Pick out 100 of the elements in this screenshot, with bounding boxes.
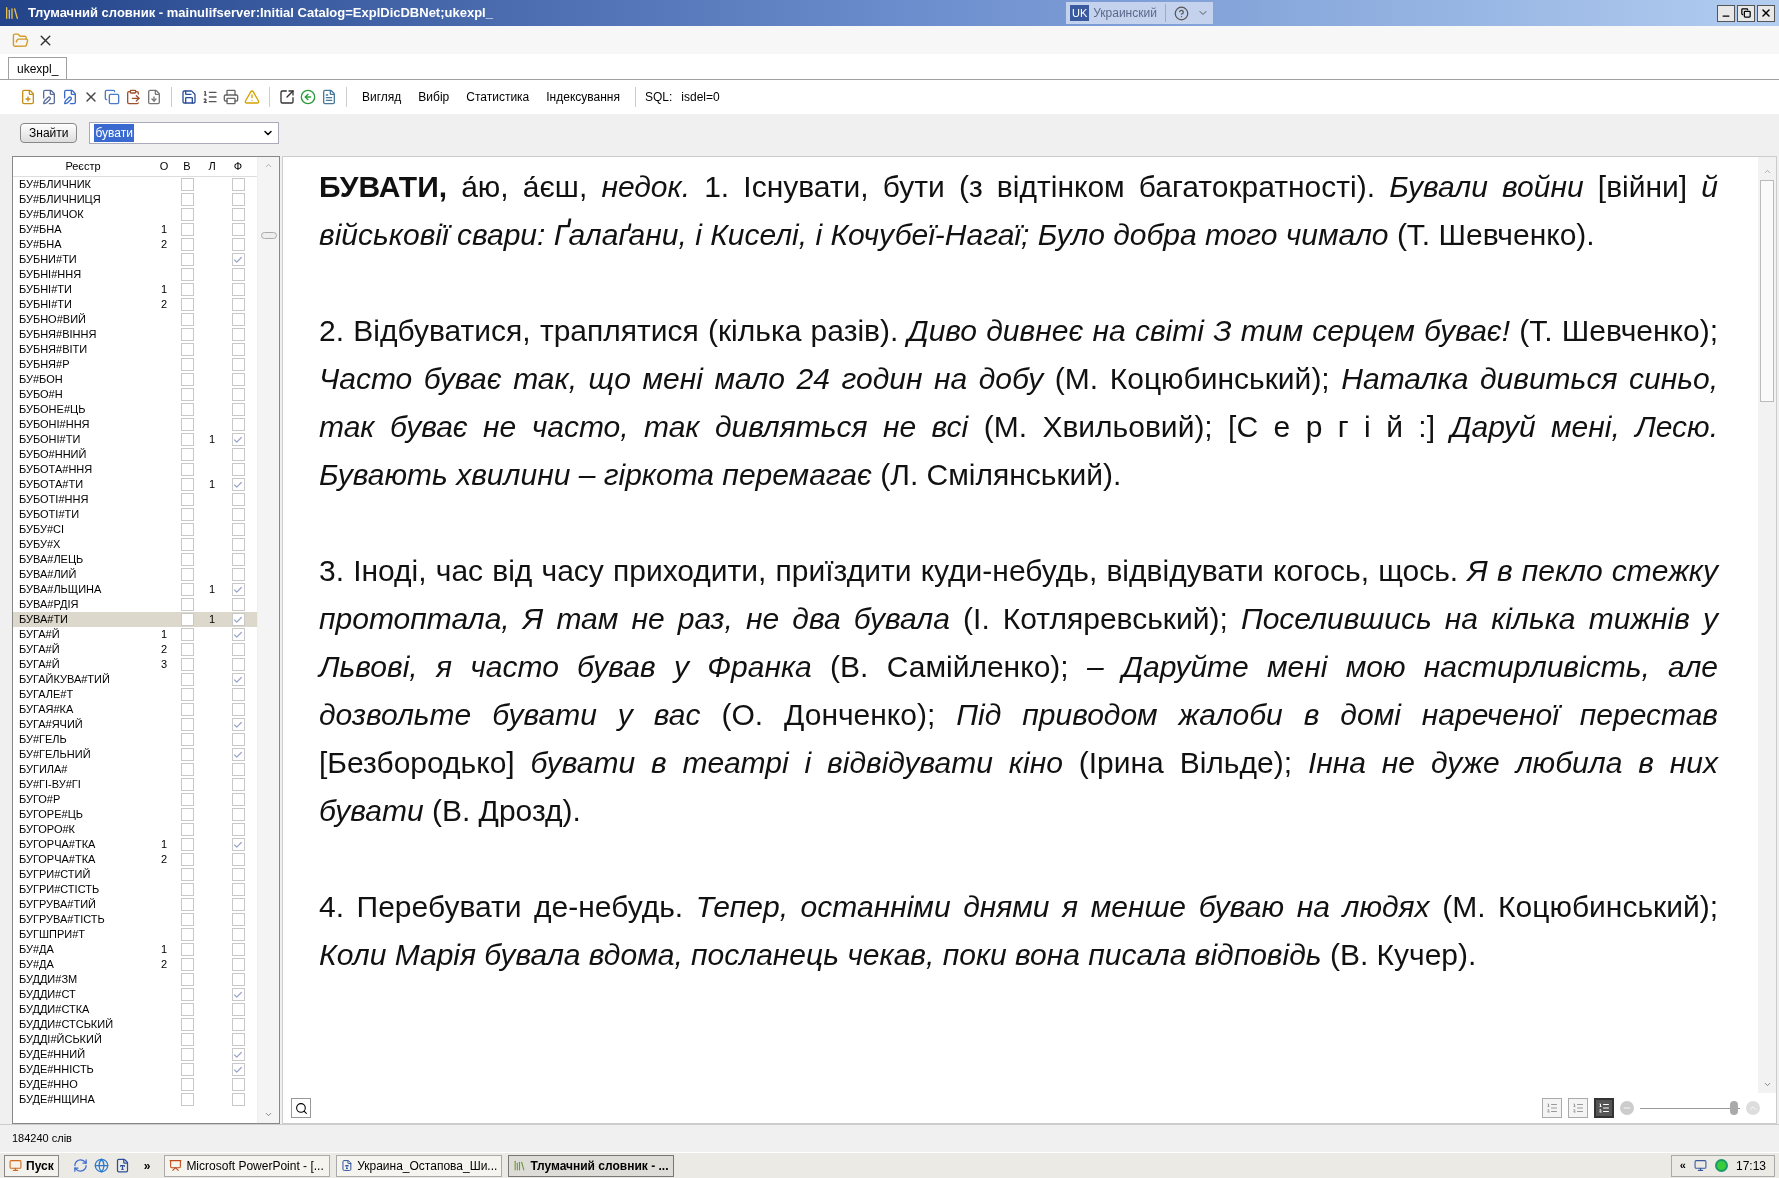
checkbox[interactable] xyxy=(231,523,245,536)
checkbox[interactable] xyxy=(180,388,194,401)
checkbox[interactable] xyxy=(231,703,245,716)
checkbox[interactable] xyxy=(180,658,194,671)
save-icon[interactable] xyxy=(181,89,197,105)
word-row[interactable]: БУБНІ#ТИ 1 xyxy=(13,282,257,297)
checkbox[interactable] xyxy=(180,1078,194,1091)
zoom-slider[interactable] xyxy=(1640,1101,1740,1115)
checkbox[interactable] xyxy=(180,343,194,356)
word-row[interactable]: БУБУ#СІ xyxy=(13,522,257,537)
checkbox[interactable] xyxy=(180,313,194,326)
checkbox[interactable] xyxy=(180,883,194,896)
word-row[interactable]: БУБОНЕ#ЦЬ xyxy=(13,402,257,417)
word-row[interactable]: БУДДИ#СТ xyxy=(13,987,257,1002)
word-row[interactable]: БУГА#Й 3 xyxy=(13,657,257,672)
checkbox[interactable] xyxy=(231,373,245,386)
checkbox[interactable] xyxy=(180,808,194,821)
word-row[interactable]: БУДДИ#СТКА xyxy=(13,1002,257,1017)
checkbox[interactable] xyxy=(231,1048,245,1061)
word-row[interactable]: БУ#ГЕЛЬ xyxy=(13,732,257,747)
word-row[interactable]: БУБНЯ#ВІННЯ xyxy=(13,327,257,342)
checkbox[interactable] xyxy=(231,838,245,851)
checkbox[interactable] xyxy=(180,253,194,266)
word-row[interactable]: БУ#БЛИЧОК xyxy=(13,207,257,222)
word-row[interactable]: БУ#БЛИЧНИЦЯ xyxy=(13,192,257,207)
download-file-icon[interactable] xyxy=(146,89,162,105)
checkbox[interactable] xyxy=(180,283,194,296)
checkbox[interactable] xyxy=(180,553,194,566)
checkbox[interactable] xyxy=(180,958,194,971)
scroll-up-icon[interactable] xyxy=(264,161,273,170)
word-row[interactable]: БУГОРЧА#ТКА 2 xyxy=(13,852,257,867)
checkbox[interactable] xyxy=(180,493,194,506)
checkbox[interactable] xyxy=(231,223,245,236)
slider-thumb[interactable] xyxy=(1730,1101,1738,1115)
word-row[interactable]: БУГШПРИ#Т xyxy=(13,927,257,942)
checkbox[interactable] xyxy=(231,913,245,926)
word-row[interactable]: БУДДИ#ЗМ xyxy=(13,972,257,987)
checkbox[interactable] xyxy=(180,613,194,626)
word-row[interactable]: БУГА#ЯЧИЙ xyxy=(13,717,257,732)
checkbox[interactable] xyxy=(180,868,194,881)
word-row[interactable]: БУГАЛЕ#Т xyxy=(13,687,257,702)
article-scrollbar[interactable] xyxy=(1758,157,1776,1093)
help-icon[interactable] xyxy=(1173,5,1189,21)
checkbox[interactable] xyxy=(180,733,194,746)
language-name[interactable]: Украинский xyxy=(1093,4,1166,22)
word-row[interactable]: БУВА#ЛЬЩИНА 1 xyxy=(13,582,257,597)
word-row[interactable]: БУГРИ#СТІСТЬ xyxy=(13,882,257,897)
checkbox[interactable] xyxy=(231,733,245,746)
checkbox[interactable] xyxy=(231,943,245,956)
checkbox[interactable] xyxy=(231,463,245,476)
word-row[interactable]: БУВА#РДІЯ xyxy=(13,597,257,612)
checkbox[interactable] xyxy=(180,673,194,686)
checkbox[interactable] xyxy=(180,1048,194,1061)
checkbox[interactable] xyxy=(180,718,194,731)
word-row[interactable]: БУДЕ#ННО xyxy=(13,1077,257,1092)
checkbox[interactable] xyxy=(180,223,194,236)
column-header[interactable]: В xyxy=(175,158,199,175)
quick-launch-icon[interactable] xyxy=(72,1158,88,1173)
checkbox[interactable] xyxy=(231,178,245,191)
browser-icon[interactable] xyxy=(93,1158,109,1173)
checkbox[interactable] xyxy=(231,688,245,701)
numbered-list-icon[interactable] xyxy=(202,89,218,105)
word-row[interactable]: БУГА#Й 1 xyxy=(13,627,257,642)
word-row[interactable]: БУБНО#ВИЙ xyxy=(13,312,257,327)
antivirus-icon[interactable] xyxy=(1714,1159,1728,1172)
scroll-down-icon[interactable] xyxy=(264,1110,273,1119)
checkbox[interactable] xyxy=(180,358,194,371)
more-shortcuts-button[interactable]: » xyxy=(143,1156,151,1175)
column-header[interactable]: Реєстр xyxy=(13,158,153,175)
word-row[interactable]: БУБО#Н xyxy=(13,387,257,402)
checkbox[interactable] xyxy=(180,1063,194,1076)
checkbox[interactable] xyxy=(180,598,194,611)
checkbox[interactable] xyxy=(231,193,245,206)
checkbox[interactable] xyxy=(180,928,194,941)
checkbox[interactable] xyxy=(180,268,194,281)
toolbar-menu[interactable]: Вибір xyxy=(412,88,456,106)
word-row[interactable]: БУДДІ#ЙСЬКИЙ xyxy=(13,1032,257,1047)
toolbar-menu[interactable]: Статистика xyxy=(460,88,536,106)
checkbox[interactable] xyxy=(231,583,245,596)
copy-icon[interactable] xyxy=(104,89,120,105)
checkbox[interactable] xyxy=(231,628,245,641)
checkbox[interactable] xyxy=(180,193,194,206)
checkbox[interactable] xyxy=(231,883,245,896)
word-row[interactable]: БУБО#ННИЙ xyxy=(13,447,257,462)
checkbox[interactable] xyxy=(231,613,245,626)
checkbox[interactable] xyxy=(231,418,245,431)
checkbox[interactable] xyxy=(180,403,194,416)
printer-icon[interactable] xyxy=(223,89,239,105)
word-row[interactable]: БУБНІ#ННЯ xyxy=(13,267,257,282)
checkbox[interactable] xyxy=(180,463,194,476)
word-row[interactable]: БУГОРЕ#ЦЬ xyxy=(13,807,257,822)
checkbox[interactable] xyxy=(180,1093,194,1106)
checkbox[interactable] xyxy=(231,763,245,776)
word-row[interactable]: БУДЕ#НЩИНА xyxy=(13,1092,257,1107)
checkbox[interactable] xyxy=(231,268,245,281)
word-row[interactable]: БУ#БЛИЧНИК xyxy=(13,177,257,192)
find-in-text-button[interactable] xyxy=(291,1098,311,1118)
word-row[interactable]: БУВА#ЛЕЦЬ xyxy=(13,552,257,567)
word-row[interactable]: БУБНЯ#ВІТИ xyxy=(13,342,257,357)
checkbox[interactable] xyxy=(231,328,245,341)
